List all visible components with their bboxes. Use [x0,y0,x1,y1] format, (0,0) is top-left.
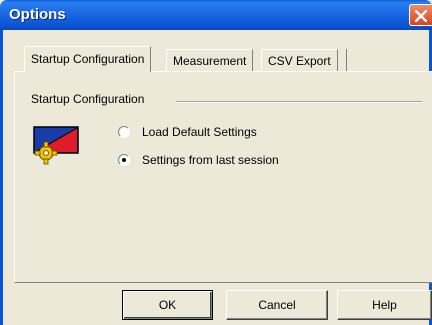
tab-csv-export[interactable]: CSV Export [261,49,338,71]
ok-button-label: OK [158,298,177,312]
settings-icon [33,126,79,165]
tab-label: Startup Configuration [31,52,145,66]
radio-button-checked[interactable] [118,154,130,166]
title-bar[interactable]: Options [0,0,432,30]
help-button[interactable]: Help [337,290,432,320]
ok-button[interactable]: OK [122,290,213,320]
tab-label: CSV Export [268,54,331,68]
cancel-button[interactable]: Cancel [226,290,328,320]
tab-divider [346,49,347,71]
radio-button[interactable] [118,126,130,138]
window-title: Options [9,6,66,23]
group-label: Startup Configuration [31,92,145,106]
radio-load-default-settings[interactable]: Load Default Settings [118,124,257,140]
radio-settings-from-last-session[interactable]: Settings from last session [118,152,279,168]
radio-label: Load Default Settings [142,125,257,139]
tab-startup-configuration[interactable]: Startup Configuration [24,46,152,72]
tab-measurement[interactable]: Measurement [166,49,254,71]
close-button[interactable] [409,4,432,26]
cancel-button-label: Cancel [258,298,296,312]
tab-label: Measurement [173,54,247,68]
group-divider [176,101,422,103]
window-frame-left [0,30,3,325]
radio-label: Settings from last session [142,153,279,167]
help-button-label: Help [372,298,397,312]
close-icon [415,10,427,22]
